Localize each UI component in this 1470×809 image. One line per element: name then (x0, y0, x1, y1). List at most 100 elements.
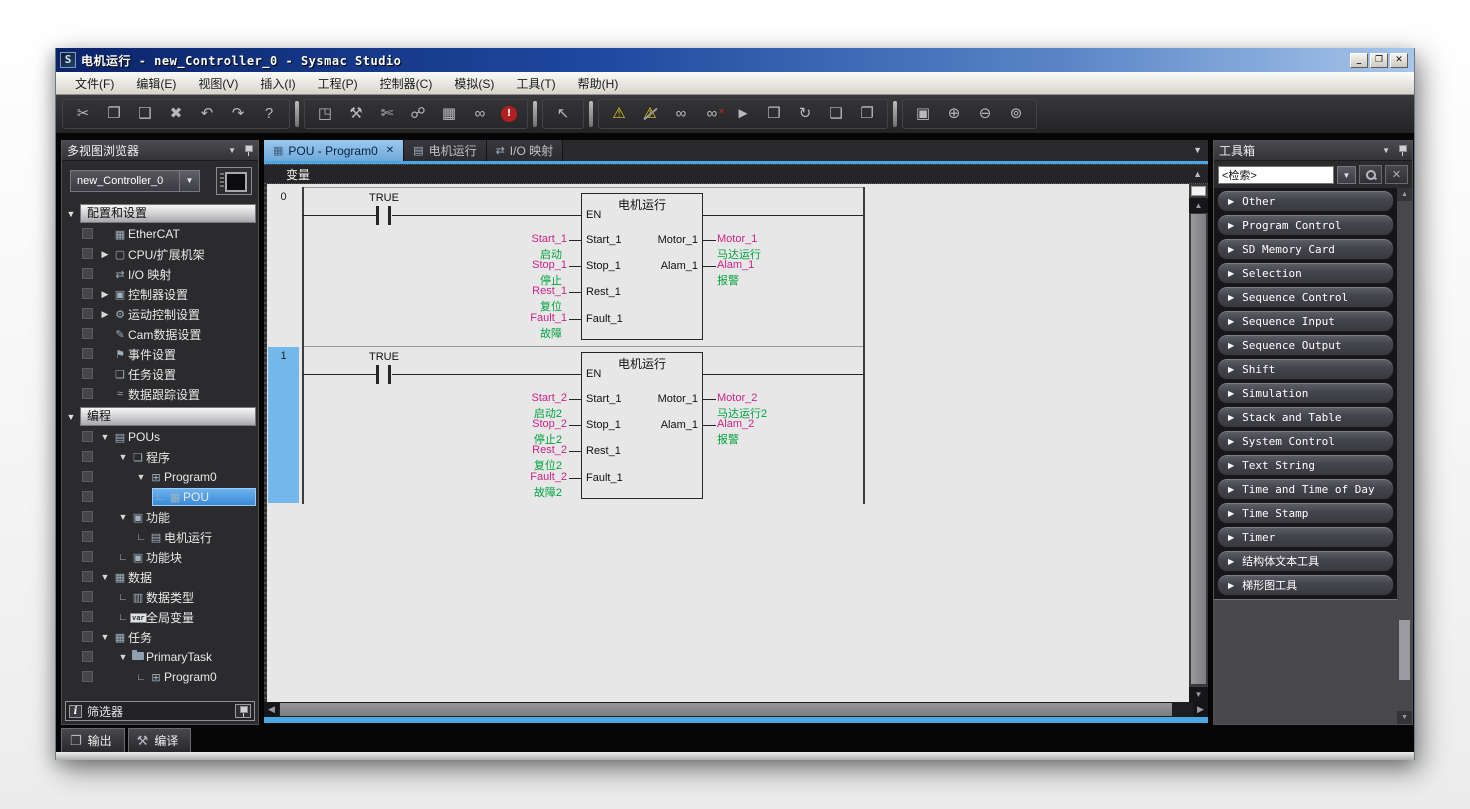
tree-item-[interactable]: ▼▣功能 (62, 507, 258, 527)
pin-icon[interactable] (244, 145, 253, 156)
tree-item-ethercat[interactable]: ▦EtherCAT (62, 224, 258, 244)
tree-item-[interactable]: ⚑事件设置 (62, 344, 258, 364)
scroll-right-icon[interactable]: ▶ (1193, 702, 1208, 717)
tree-item-content[interactable]: ▼▦任务 (98, 628, 256, 646)
chevron-down-icon[interactable]: ▼ (1382, 146, 1390, 155)
scrollbar-thumb[interactable] (280, 703, 1172, 716)
refresh-icon[interactable]: ↻ (795, 104, 815, 124)
output-variable-label[interactable]: Motor_1 (717, 233, 757, 245)
chevron-up-icon[interactable]: ▲ (1193, 169, 1202, 179)
editor-tab[interactable]: ⇄I/O 映射 (487, 140, 564, 161)
splitter-button[interactable] (1191, 186, 1206, 196)
tree-item-content[interactable]: ⇄I/O 映射 (98, 265, 256, 283)
title-bar[interactable]: S 电机运行 - new_Controller_0 - Sysmac Studi… (56, 48, 1414, 72)
tree-item-content[interactable]: ▶▢CPU/扩展机架 (98, 245, 256, 263)
horizontal-scrollbar[interactable]: ◀ ▶ (264, 702, 1208, 717)
toolbox-category[interactable]: ▶Sequence Output (1217, 334, 1394, 356)
toolbox-search-input[interactable] (1218, 166, 1334, 184)
tree-item-checkbox[interactable] (82, 651, 93, 662)
minimize-button[interactable]: _ (1350, 53, 1368, 68)
menu-item[interactable]: 帮助(H) (567, 72, 630, 95)
tree-item-pous[interactable]: ▼▤POUs (62, 427, 258, 447)
tree-item-content[interactable]: ▼▣功能 (116, 508, 256, 526)
controller-dropdown[interactable]: new_Controller_0 ▼ (70, 170, 200, 192)
step-run-icon[interactable]: ► (733, 104, 753, 124)
toolbox-category[interactable]: ▶Other (1217, 190, 1394, 212)
rung-number-cell[interactable]: 1 (268, 347, 299, 503)
tree-item-content[interactable]: ❏任务设置 (98, 365, 256, 383)
scrollbar-thumb[interactable] (1191, 214, 1206, 684)
tree-item-io[interactable]: ⇄I/O 映射 (62, 264, 258, 284)
tree-item-content[interactable]: ▶▣控制器设置 (98, 285, 256, 303)
scrollbar-thumb[interactable] (1399, 620, 1410, 680)
tree-item-[interactable]: ▼▦任务 (62, 627, 258, 647)
input-variable-label[interactable]: Fault_1 (414, 312, 567, 324)
tree-item-content[interactable]: ▼⊞Program0 (134, 468, 256, 486)
variables-bar[interactable]: 变量 ▲ (264, 164, 1208, 184)
vertical-scrollbar[interactable]: ▲ ▼ (1189, 184, 1208, 702)
tree-item-content[interactable]: ▼▤POUs (98, 428, 256, 446)
toolbox-category[interactable]: ▶Text String (1217, 454, 1394, 476)
tree-item-checkbox[interactable] (82, 268, 93, 279)
delete-icon[interactable]: ✖ (166, 104, 186, 124)
input-variable-label[interactable]: Rest_1 (414, 285, 567, 297)
tree-item-checkbox[interactable] (82, 388, 93, 399)
warning-icon[interactable]: ⚠ (609, 104, 629, 124)
tree-item-checkbox[interactable] (82, 551, 93, 562)
tree-item-checkbox[interactable] (82, 328, 93, 339)
input-variable-label[interactable]: Stop_1 (414, 259, 567, 271)
output-variable-label[interactable]: Motor_2 (717, 392, 757, 404)
toolbox-category[interactable]: ▶System Control (1217, 430, 1394, 452)
tree-item-checkbox[interactable] (82, 368, 93, 379)
contact-symbol[interactable] (388, 206, 391, 225)
chevron-down-icon[interactable]: ▼ (62, 209, 80, 219)
chevron-down-icon[interactable]: ▼ (116, 652, 130, 662)
toolbox-category[interactable]: ▶Program Control (1217, 214, 1394, 236)
menu-item[interactable]: 控制器(C) (369, 72, 444, 95)
tree-item-checkbox[interactable] (82, 248, 93, 259)
select-frame-icon[interactable]: ▣ (913, 104, 933, 124)
tree-item-content[interactable]: ▼PrimaryTask (116, 648, 256, 666)
tree-item-program0[interactable]: ∟⊞Program0 (62, 667, 258, 687)
tree-item-[interactable]: ▼▦数据 (62, 567, 258, 587)
bottom-tab-输出[interactable]: ❐输出 (61, 728, 125, 752)
scroll-down-icon[interactable]: ▼ (1397, 711, 1412, 724)
output-variable-label[interactable]: Alam_2 (717, 418, 754, 430)
undo-icon[interactable]: ↶ (197, 104, 217, 124)
monitor-window1-icon[interactable]: ❏ (826, 104, 846, 124)
ladder-canvas[interactable]: 0TRUEStart_1启动Stop_1停止Rest_1复位Fault_1故障M… (264, 184, 1189, 702)
toolbox-category[interactable]: ▶Selection (1217, 262, 1394, 284)
split-view-icon[interactable]: ▦ (439, 104, 459, 124)
tree-item-checkbox[interactable] (82, 671, 93, 682)
toolbox-category[interactable]: ▶Timer (1217, 526, 1394, 548)
help-icon[interactable]: ? (259, 104, 279, 124)
tree-item-primarytask[interactable]: ▼PrimaryTask (62, 647, 258, 667)
tree-item-checkbox[interactable] (82, 451, 93, 462)
chevron-down-icon[interactable]: ▼ (116, 452, 130, 462)
menu-item[interactable]: 插入(I) (249, 72, 306, 95)
close-button[interactable]: ✕ (1390, 53, 1408, 68)
tree-item-[interactable]: ∟▣功能块 (62, 547, 258, 567)
clamp-icon[interactable]: ☍ (408, 104, 428, 124)
rung-number-cell[interactable]: 0 (268, 188, 299, 345)
pointer-mode-icon[interactable]: ↖ (553, 104, 573, 124)
chevron-down-icon[interactable]: ▼ (98, 572, 112, 582)
binoculars-search-icon[interactable]: ∞ (470, 104, 490, 124)
scroll-down-icon[interactable]: ▼ (1189, 687, 1208, 702)
tree-item-checkbox[interactable] (82, 591, 93, 602)
tree-section-header[interactable]: ▼配置和设置 (62, 203, 258, 224)
scissors-bolt-icon[interactable]: ✄ (377, 104, 397, 124)
tree-item-checkbox[interactable] (82, 348, 93, 359)
input-variable-label[interactable]: Start_2 (414, 392, 567, 404)
tree-item-checkbox[interactable] (82, 471, 93, 482)
toolbox-category[interactable]: ▶Time and Time of Day (1217, 478, 1394, 500)
chevron-down-icon[interactable]: ▼ (134, 472, 148, 482)
editor-tab[interactable]: ▤电机运行 (404, 140, 486, 161)
tree-item-checkbox[interactable] (82, 288, 93, 299)
abort-icon[interactable]: ! (501, 106, 517, 122)
menu-item[interactable]: 编辑(E) (125, 72, 187, 95)
tree-item-content[interactable]: ▶⚙运动控制设置 (98, 305, 256, 323)
function-block[interactable]: 电机运行ENStart_1Stop_1Rest_1Fault_1Motor_1A… (581, 352, 703, 499)
glasses-watch-off-icon[interactable]: ∞ (702, 104, 722, 124)
popout-window-icon[interactable]: ◳ (315, 104, 335, 124)
